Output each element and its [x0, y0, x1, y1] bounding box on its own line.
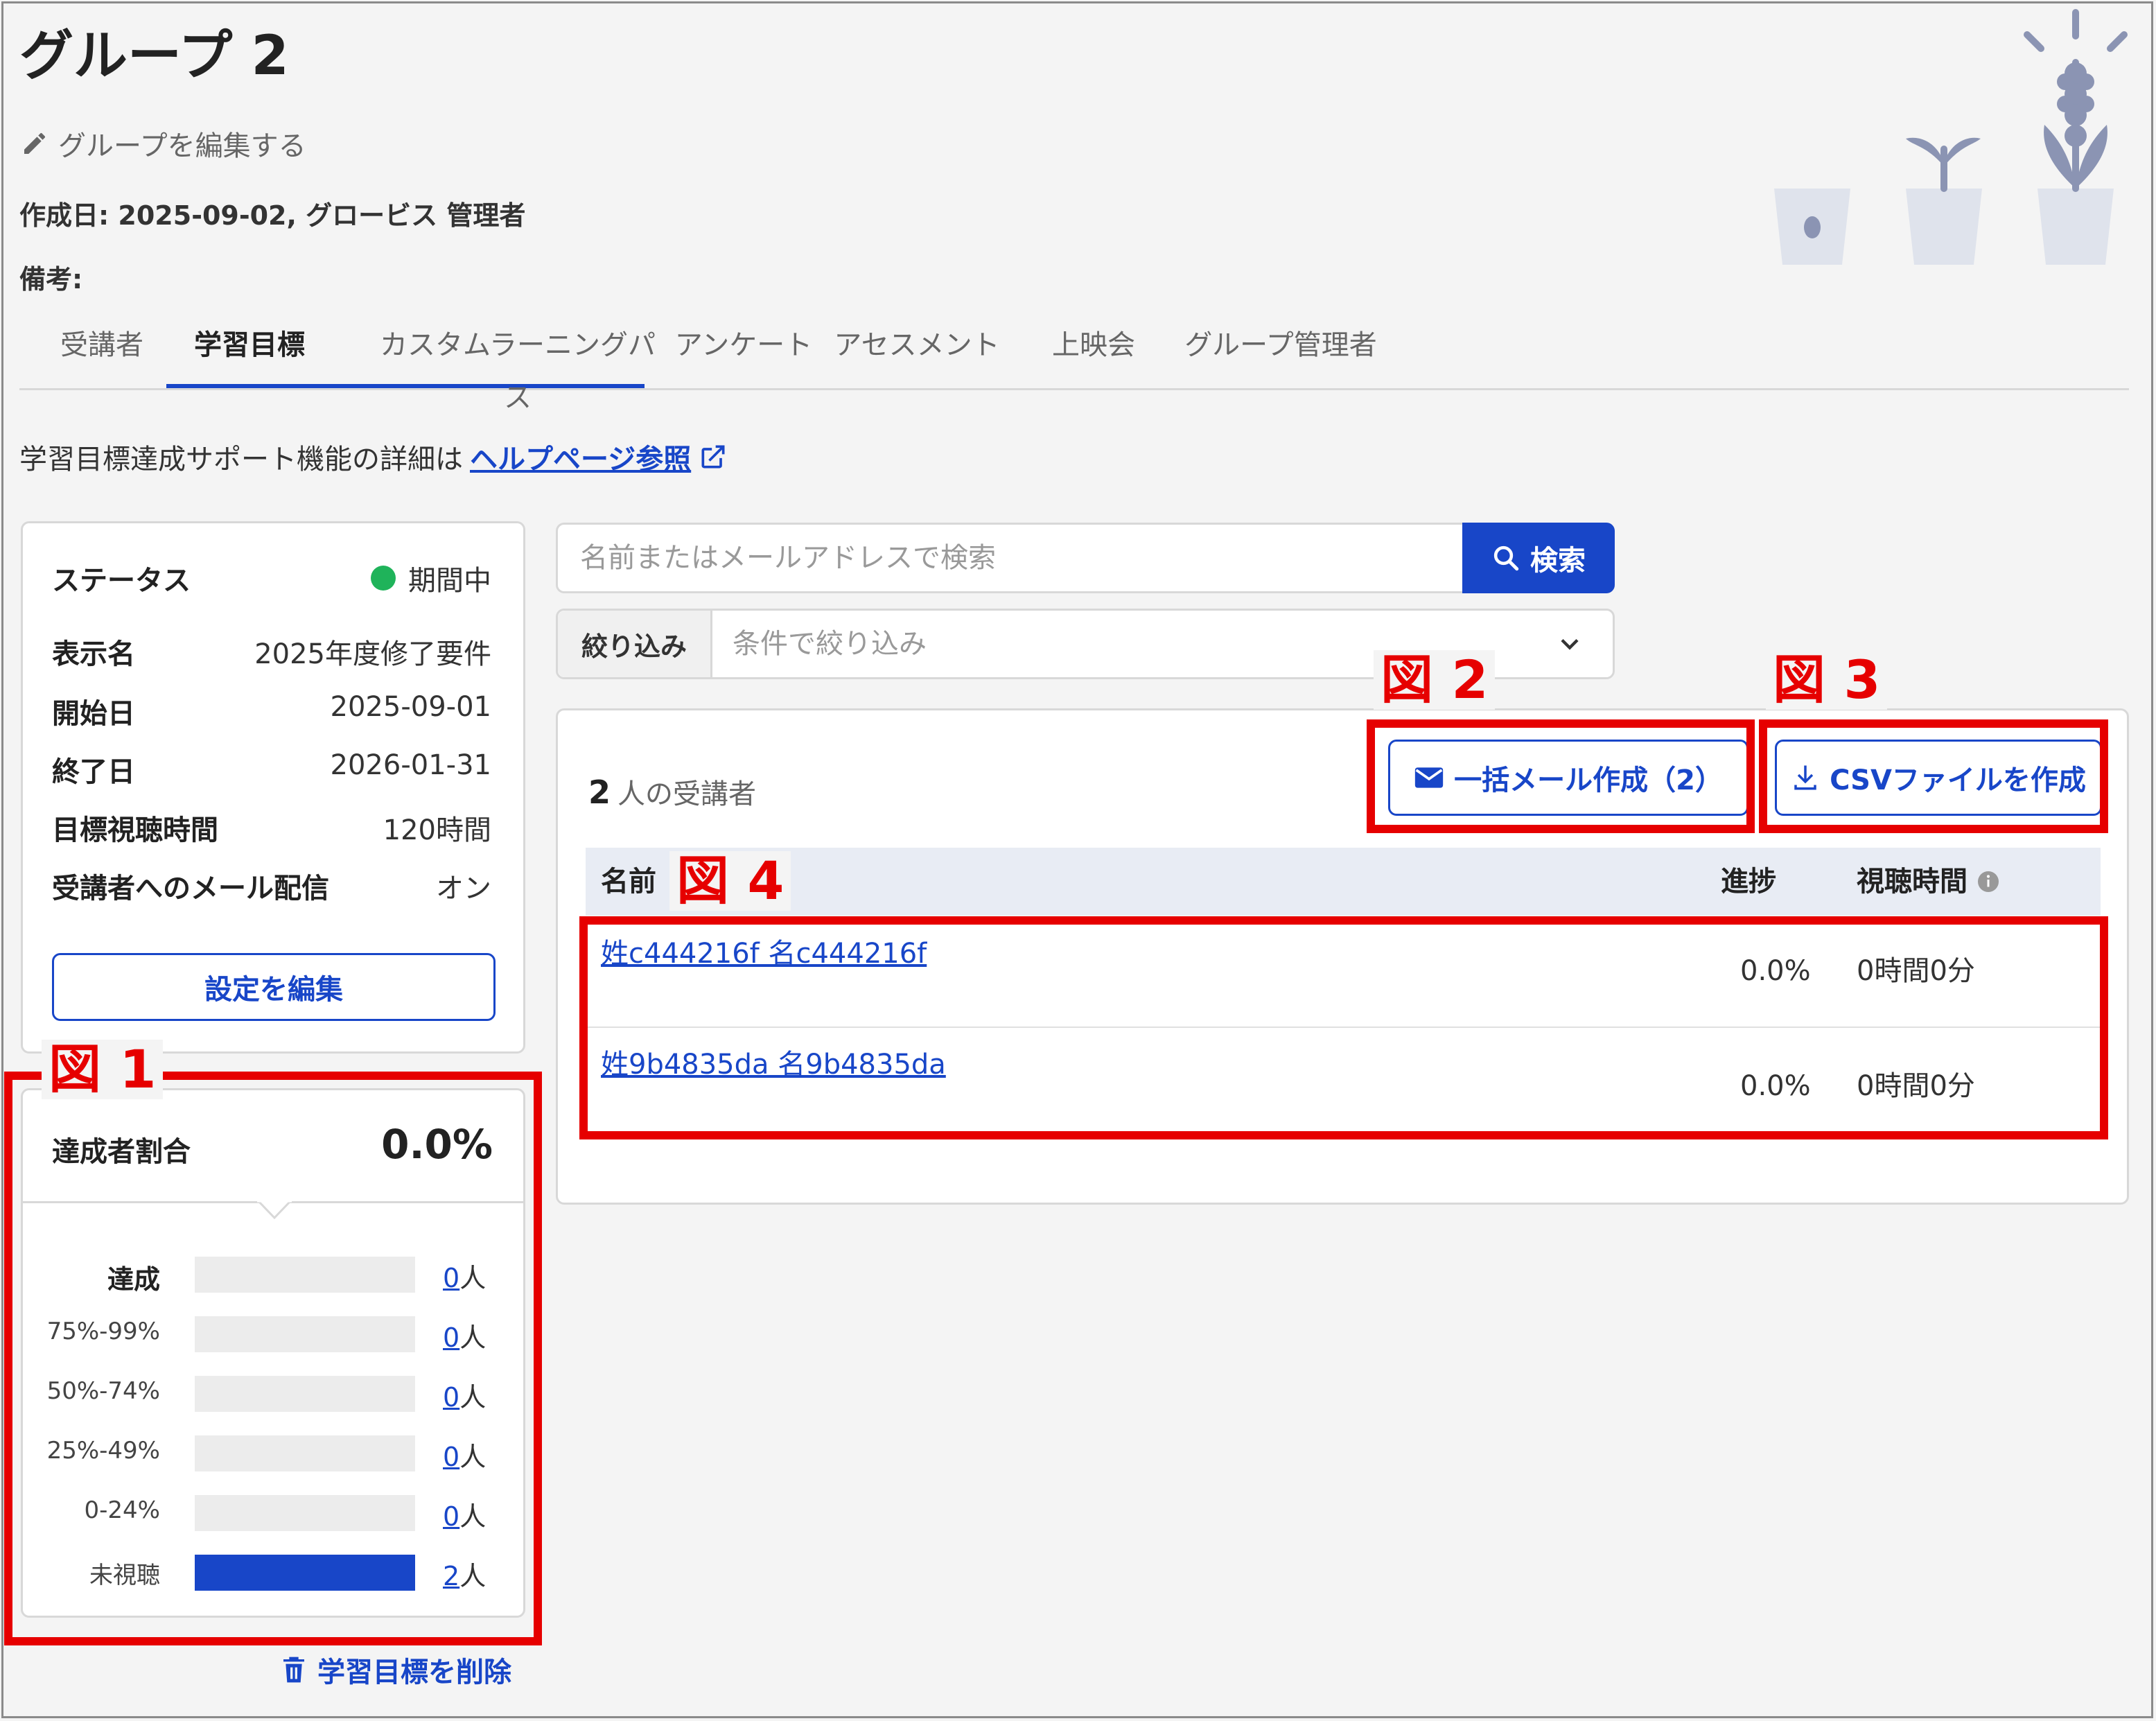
info-icon[interactable] — [1976, 869, 2001, 894]
learners-table-header: 名前 進捗 視聴時間 — [586, 848, 2101, 916]
trash-icon — [283, 1657, 304, 1683]
edit-settings-button[interactable]: 設定を編集 — [52, 953, 496, 1021]
tab-survey[interactable]: アンケート — [664, 319, 823, 388]
tab-screening[interactable]: 上映会 — [1024, 319, 1163, 388]
filter-placeholder: 条件で絞り込み — [733, 628, 927, 660]
help-text: 学習目標達成サポート機能の詳細は — [19, 444, 463, 475]
start-date-label: 開始日 — [52, 698, 135, 730]
goal-status-card: ステータス 期間中 表示名 2025年度修了要件 開始日 2025-09-01 … — [21, 521, 525, 1054]
page-title: グループ 2 — [19, 25, 289, 87]
column-watch-time-label: 視聴時間 — [1857, 866, 1967, 898]
edit-group-label: グループを編集する — [58, 130, 306, 162]
tab-bar: 受講者 学習目標 カスタムラーニングパス アンケート アセスメント 上映会 グル… — [19, 319, 2129, 414]
help-line: 学習目標達成サポート機能の詳細は ヘルプページ参照 — [19, 437, 728, 477]
column-name: 名前 — [601, 866, 656, 898]
plant-pots-illustration — [1774, 9, 2128, 265]
annotation-box-2 — [1367, 719, 1755, 833]
annotation-label-3: 図 3 — [1766, 650, 1888, 710]
chevron-down-icon — [1561, 638, 1579, 650]
pencil-icon — [24, 132, 46, 154]
start-date-value: 2025-09-01 — [330, 691, 491, 723]
target-time-label: 目標視聴時間 — [52, 814, 218, 846]
notes-label: 備考: — [19, 264, 83, 295]
end-date-value: 2026-01-31 — [330, 749, 491, 781]
help-page-link[interactable]: ヘルプページ参照 — [470, 437, 691, 477]
tab-custom-path[interactable]: カスタムラーニングパス — [369, 319, 667, 414]
learner-count: 2 人の受講者 — [588, 771, 756, 812]
column-progress: 進捗 — [1721, 866, 1776, 898]
annotation-box-1 — [4, 1072, 542, 1645]
end-date-label: 終了日 — [52, 756, 135, 788]
tab-learners[interactable]: 受講者 — [29, 319, 175, 388]
annotation-label-2: 図 2 — [1374, 650, 1496, 710]
status-badge: 期間中 — [371, 558, 491, 598]
status-dot-icon — [371, 566, 396, 591]
created-info: 作成日: 2025-09-02, グロービス 管理者 — [19, 200, 526, 231]
mail-delivery-value: オン — [436, 873, 491, 905]
search-icon — [1493, 545, 1519, 571]
filter-label: 絞り込み — [558, 611, 712, 677]
search-button-label: 検索 — [1530, 545, 1586, 577]
search-input[interactable]: 名前またはメールアドレスで検索 — [556, 523, 1462, 593]
display-name-label: 表示名 — [52, 638, 135, 670]
status-value: 期間中 — [408, 565, 491, 597]
target-time-value: 120時間 — [383, 814, 491, 846]
tab-assessment[interactable]: アセスメント — [830, 319, 1003, 388]
status-label: ステータス — [52, 565, 191, 597]
annotation-label-4: 図 4 — [669, 851, 791, 911]
display-name-value: 2025年度修了要件 — [254, 638, 491, 670]
tab-learning-goals[interactable]: 学習目標 — [166, 319, 333, 388]
search-button[interactable]: 検索 — [1462, 523, 1615, 593]
mail-delivery-label: 受講者へのメール配信 — [52, 873, 329, 905]
learner-count-suffix: 人の受講者 — [617, 778, 757, 810]
edit-group-link[interactable]: グループを編集する — [21, 123, 306, 164]
external-link-icon — [701, 445, 725, 469]
tab-group-admin[interactable]: グループ管理者 — [1170, 319, 1392, 388]
annotation-label-1: 図 1 — [42, 1040, 164, 1099]
annotation-box-3 — [1759, 719, 2108, 833]
delete-goal-link[interactable]: 学習目標を削除 — [280, 1650, 511, 1690]
delete-goal-label: 学習目標を削除 — [317, 1657, 511, 1688]
learner-count-number: 2 — [588, 774, 611, 811]
column-watch-time: 視聴時間 — [1857, 848, 2001, 916]
annotation-box-4 — [579, 916, 2108, 1139]
